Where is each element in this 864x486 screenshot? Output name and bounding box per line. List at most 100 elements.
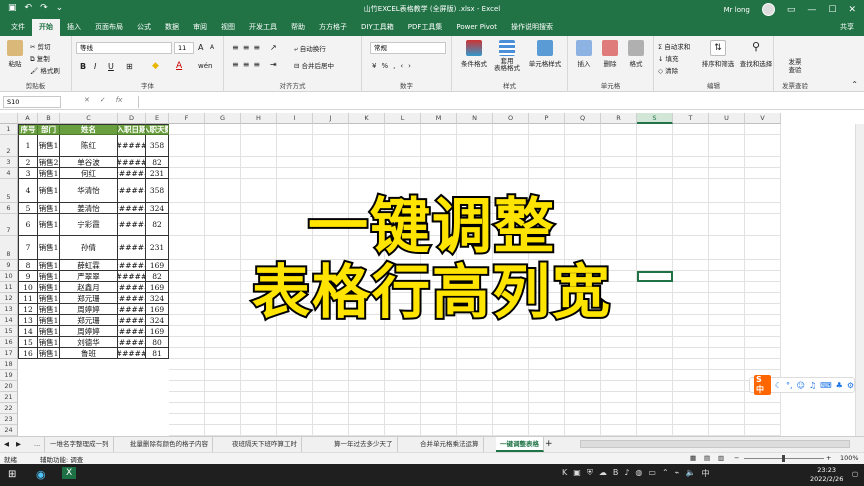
cell[interactable]: [637, 135, 673, 157]
cell[interactable]: [637, 337, 673, 348]
tray-ime-icon[interactable]: 中: [701, 468, 709, 479]
cell[interactable]: [241, 359, 277, 370]
table-header-cell[interactable]: 姓名: [60, 124, 118, 135]
column-header[interactable]: V: [745, 113, 781, 124]
row-header[interactable]: 3: [0, 157, 18, 168]
cell[interactable]: [169, 392, 205, 403]
cell[interactable]: [349, 337, 385, 348]
skin-icon[interactable]: ♣: [836, 381, 843, 390]
row-header[interactable]: 23: [0, 414, 18, 425]
cell[interactable]: [205, 425, 241, 436]
cell[interactable]: [673, 348, 709, 359]
copy-button[interactable]: ⧉ 复制: [30, 53, 50, 64]
cell[interactable]: [457, 135, 493, 157]
paste-button[interactable]: 粘贴: [4, 40, 26, 68]
cell[interactable]: [241, 348, 277, 359]
menu-tab-7[interactable]: 视图: [214, 19, 242, 36]
table-cell[interactable]: 刘德华: [60, 337, 118, 348]
column-header[interactable]: E: [146, 113, 169, 124]
cell[interactable]: [601, 124, 637, 135]
cell[interactable]: [205, 392, 241, 403]
cell[interactable]: [385, 381, 421, 392]
cell[interactable]: [493, 392, 529, 403]
cell[interactable]: [709, 392, 745, 403]
sheet-tab[interactable]: 一堆名字整理成一列: [46, 437, 114, 452]
table-cell[interactable]: 15: [18, 337, 38, 348]
cell[interactable]: [709, 359, 745, 370]
cell[interactable]: [601, 135, 637, 157]
cell[interactable]: [349, 135, 385, 157]
cell[interactable]: [493, 135, 529, 157]
cell[interactable]: [313, 348, 349, 359]
cell[interactable]: [457, 403, 493, 414]
fill-button[interactable]: ↓ 填充: [658, 53, 679, 63]
mic-icon[interactable]: ♫: [809, 381, 816, 390]
minimize-icon[interactable]: —: [807, 5, 816, 15]
cell[interactable]: [205, 135, 241, 157]
table-cell[interactable]: 82: [146, 157, 169, 168]
collapse-ribbon-icon[interactable]: ⌃: [851, 80, 858, 89]
insert-function-icon[interactable]: fx: [116, 96, 123, 104]
menu-tab-1[interactable]: 开始: [32, 19, 60, 36]
menu-tab-2[interactable]: 插入: [60, 19, 88, 36]
cell[interactable]: [673, 381, 709, 392]
cell[interactable]: [601, 414, 637, 425]
cell[interactable]: [385, 425, 421, 436]
tray-music-icon[interactable]: ♪: [624, 468, 629, 479]
cell[interactable]: [493, 403, 529, 414]
cell[interactable]: [205, 359, 241, 370]
tray-network-icon[interactable]: ⌁: [675, 468, 680, 479]
column-header[interactable]: G: [205, 113, 241, 124]
cell[interactable]: [709, 414, 745, 425]
cell[interactable]: [673, 135, 709, 157]
cell[interactable]: [457, 359, 493, 370]
cell[interactable]: [529, 157, 565, 168]
column-header[interactable]: T: [673, 113, 709, 124]
table-cell[interactable]: 销售1: [38, 135, 60, 157]
cell[interactable]: [457, 381, 493, 392]
phonetic-button[interactable]: wén: [198, 62, 212, 70]
table-cell[interactable]: 358: [146, 135, 169, 157]
row-header[interactable]: 17: [0, 348, 18, 359]
cell[interactable]: [385, 157, 421, 168]
cell[interactable]: [565, 359, 601, 370]
cell[interactable]: [241, 381, 277, 392]
column-header[interactable]: A: [18, 113, 38, 124]
cell[interactable]: [205, 348, 241, 359]
punctuation-icon[interactable]: °,: [786, 381, 793, 390]
cell[interactable]: [205, 124, 241, 135]
vertical-align-icons[interactable]: ≡≡≡: [232, 43, 264, 52]
cell[interactable]: [349, 403, 385, 414]
menu-tab-6[interactable]: 审阅: [186, 19, 214, 36]
cell[interactable]: [745, 425, 781, 436]
cell[interactable]: [673, 124, 709, 135]
tools-icon[interactable]: ⚙: [847, 381, 854, 390]
cell[interactable]: [349, 348, 385, 359]
select-all-corner[interactable]: [0, 113, 18, 124]
table-cell[interactable]: 80: [146, 337, 169, 348]
cell[interactable]: [349, 414, 385, 425]
cell[interactable]: [745, 124, 781, 135]
cell[interactable]: [601, 337, 637, 348]
cell[interactable]: [529, 370, 565, 381]
user-name[interactable]: Mr long: [724, 6, 750, 14]
tray-volume-icon[interactable]: 🔈: [686, 468, 696, 479]
cell[interactable]: [601, 403, 637, 414]
cell[interactable]: [277, 370, 313, 381]
sheet-tab[interactable]: 批量删除有颜色的格子内容: [126, 437, 213, 452]
tray-b-icon[interactable]: B: [613, 468, 619, 479]
cell[interactable]: [493, 425, 529, 436]
row-header[interactable]: 19: [0, 370, 18, 381]
cell[interactable]: [385, 124, 421, 135]
cell[interactable]: [385, 370, 421, 381]
fill-color-icon[interactable]: ◆: [152, 61, 159, 71]
cell[interactable]: [313, 370, 349, 381]
menu-tab-12[interactable]: PDF工具集: [401, 19, 450, 36]
cell[interactable]: [709, 403, 745, 414]
table-header-cell[interactable]: 入职天数: [146, 124, 169, 135]
cell[interactable]: [529, 348, 565, 359]
cell[interactable]: [673, 337, 709, 348]
menu-tab-14[interactable]: 操作说明搜索: [504, 19, 560, 36]
cell[interactable]: [601, 370, 637, 381]
cell[interactable]: [601, 381, 637, 392]
